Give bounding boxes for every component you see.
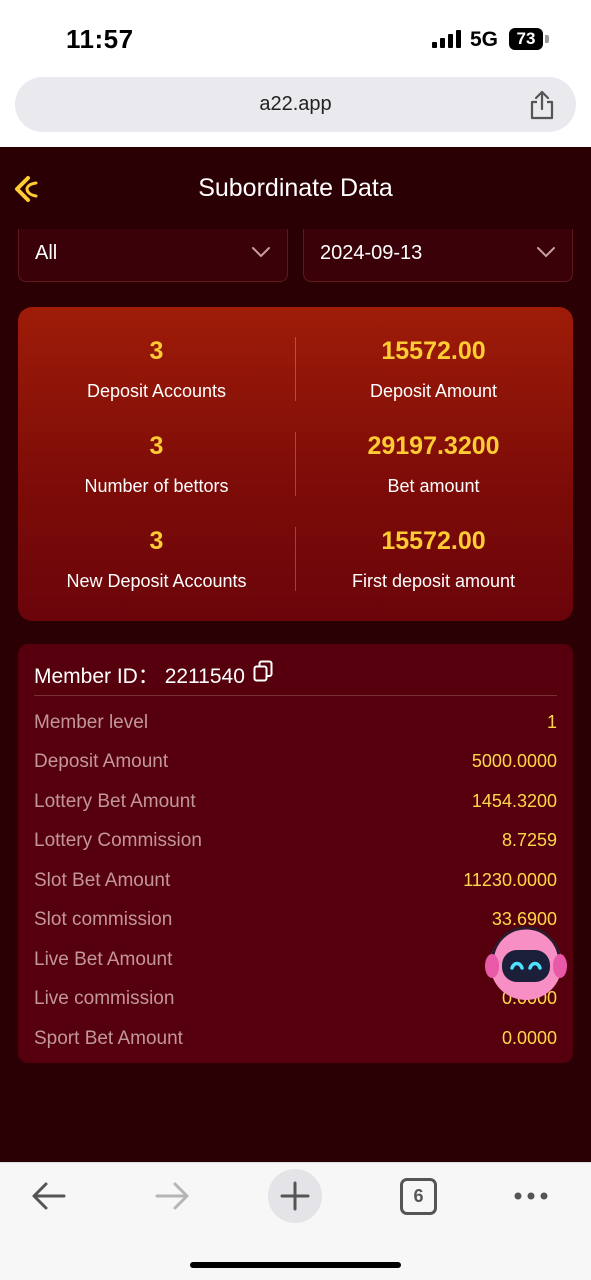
divider — [34, 695, 557, 696]
row-slot-commission: Slot commission 33.6900 — [34, 905, 557, 935]
row-label: Live commission — [34, 988, 175, 1009]
address-bar[interactable]: a22.app — [15, 77, 576, 132]
address-bar-area: a22.app — [0, 76, 591, 147]
divider — [295, 432, 296, 496]
status-time: 11:57 — [66, 24, 134, 54]
stat-first-deposit-amount: 15572.00 First deposit amount — [295, 527, 572, 592]
row-label: Sport Bet Amount — [34, 1028, 183, 1049]
type-filter-value: All — [35, 242, 58, 264]
row-label: Deposit Amount — [34, 751, 169, 772]
stat-label: Deposit Accounts — [86, 381, 227, 401]
forward-arrow-icon[interactable] — [153, 1181, 191, 1211]
row-value: 0.0000 — [501, 1028, 557, 1048]
row-lottery-bet-amount: Lottery Bet Amount 1454.3200 — [34, 787, 557, 817]
tabs-count-icon[interactable]: 6 — [400, 1178, 437, 1215]
type-filter-select[interactable]: All — [18, 229, 288, 282]
status-bar: 11:57 5G 73 — [0, 0, 591, 76]
chevron-down-icon — [252, 247, 270, 258]
stat-value: 3 — [149, 527, 164, 555]
row-label: Member level — [34, 712, 149, 733]
url-text: a22.app — [259, 93, 332, 115]
stat-number-of-bettors: 3 Number of bettors — [18, 432, 295, 497]
stat-value: 29197.3200 — [367, 432, 500, 460]
divider — [295, 337, 296, 401]
stat-label: New Deposit Accounts — [66, 571, 247, 591]
copy-icon[interactable] — [253, 660, 273, 682]
home-indicator — [190, 1262, 401, 1268]
row-live-commission: Live commission 0.0000 — [34, 984, 557, 1014]
stat-value: 3 — [149, 432, 164, 460]
date-filter-select[interactable]: 2024-09-13 — [303, 229, 573, 282]
row-value: 1 — [546, 712, 557, 732]
row-slot-bet-amount: Slot Bet Amount 11230.0000 — [34, 866, 557, 896]
row-sport-bet-amount: Sport Bet Amount 0.0000 — [34, 1024, 557, 1054]
row-label: Lottery Bet Amount — [34, 791, 196, 812]
stat-label: Deposit Amount — [369, 381, 498, 401]
stat-bet-amount: 29197.3200 Bet amount — [295, 432, 572, 497]
row-value: 11230.0000 — [463, 870, 557, 890]
member-id-line: Member ID： 2211540 — [34, 660, 245, 690]
summary-card: 3 Deposit Accounts 15572.00 Deposit Amou… — [18, 307, 573, 621]
stat-label: First deposit amount — [351, 571, 516, 591]
stat-value: 15572.00 — [381, 527, 486, 555]
date-filter-value: 2024-09-13 — [320, 242, 423, 264]
row-value: 8.7259 — [501, 830, 557, 850]
row-label: Slot commission — [34, 909, 173, 930]
row-label: Lottery Commission — [34, 830, 202, 851]
more-options-icon[interactable] — [513, 1191, 549, 1201]
row-live-bet-amount: Live Bet Amount — [34, 945, 557, 975]
stat-deposit-amount: 15572.00 Deposit Amount — [295, 337, 572, 402]
row-label: Slot Bet Amount — [34, 870, 171, 891]
new-tab-plus-icon[interactable] — [267, 1168, 323, 1224]
app-content: Subordinate Data All 2024-09-13 3 Deposi… — [0, 147, 591, 1162]
row-value: 1454.3200 — [471, 791, 557, 811]
divider — [295, 527, 296, 591]
stat-value: 3 — [149, 337, 164, 365]
row-lottery-commission: Lottery Commission 8.7259 — [34, 826, 557, 856]
battery-nub — [545, 35, 549, 43]
row-label: Live Bet Amount — [34, 949, 173, 970]
chevron-down-icon — [537, 247, 555, 258]
battery-icon: 73 — [509, 28, 543, 50]
share-icon[interactable] — [527, 89, 557, 121]
robot-assistant-icon[interactable] — [483, 920, 569, 1006]
row-deposit-amount: Deposit Amount 5000.0000 — [34, 747, 557, 777]
stat-label: Bet amount — [387, 476, 480, 496]
row-member-level: Member level 1 — [34, 708, 557, 738]
app-header: Subordinate Data — [0, 147, 591, 229]
stat-deposit-accounts: 3 Deposit Accounts — [18, 337, 295, 402]
network-type: 5G — [470, 28, 499, 51]
back-arrow-icon[interactable] — [30, 1181, 68, 1211]
row-value: 5000.0000 — [471, 751, 557, 771]
stat-new-deposit-accounts: 3 New Deposit Accounts — [18, 527, 295, 592]
page-title: Subordinate Data — [198, 174, 393, 202]
member-id-label: Member ID： — [34, 665, 159, 688]
member-id-value: 2211540 — [164, 665, 245, 688]
stat-label: Number of bettors — [84, 476, 229, 496]
cellular-signal-icon — [432, 30, 461, 48]
stat-value: 15572.00 — [381, 337, 486, 365]
